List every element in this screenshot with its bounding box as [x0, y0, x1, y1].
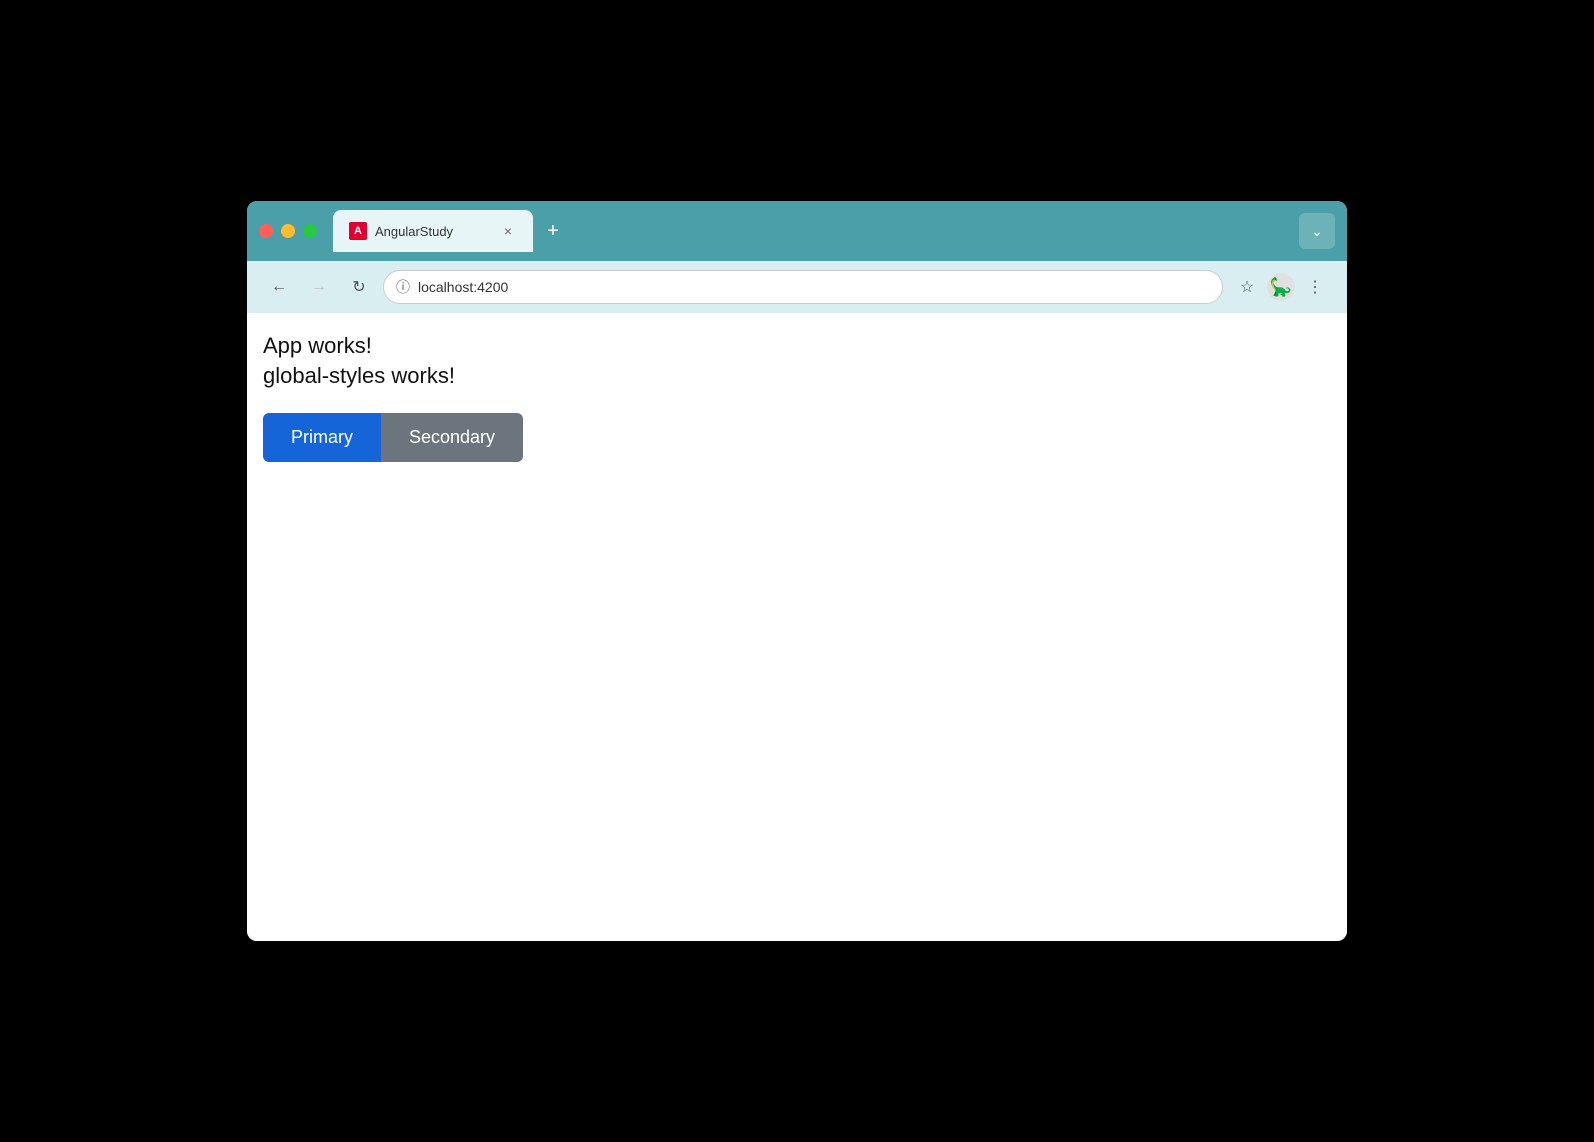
- tab-bar: A AngularStudy × + ⌄: [333, 210, 1335, 252]
- tab-favicon: A: [349, 222, 367, 240]
- active-tab[interactable]: A AngularStudy ×: [333, 210, 533, 252]
- back-button[interactable]: ←: [263, 271, 295, 303]
- button-group: Primary Secondary: [263, 413, 1331, 462]
- primary-button[interactable]: Primary: [263, 413, 381, 462]
- profile-icon[interactable]: 🦕: [1267, 273, 1295, 301]
- reload-button[interactable]: ↻: [343, 271, 375, 303]
- address-bar[interactable]: ⓘ localhost:4200: [383, 270, 1223, 304]
- tab-close-button[interactable]: ×: [499, 222, 517, 240]
- maximize-button[interactable]: [303, 224, 317, 238]
- address-text: localhost:4200: [418, 279, 1210, 295]
- tab-expand-button[interactable]: ⌄: [1299, 213, 1335, 249]
- app-works-text: App works!: [263, 333, 1331, 359]
- new-tab-button[interactable]: +: [537, 215, 569, 247]
- secondary-button[interactable]: Secondary: [381, 413, 523, 462]
- browser-window: A AngularStudy × + ⌄ ← → ↻: [247, 201, 1347, 941]
- title-bar: A AngularStudy × + ⌄: [247, 201, 1347, 261]
- nav-actions: ☆ 🦕 ⋮: [1231, 271, 1331, 303]
- close-button[interactable]: [259, 224, 273, 238]
- bookmark-button[interactable]: ☆: [1231, 271, 1263, 303]
- traffic-lights: [259, 224, 317, 238]
- global-styles-text: global-styles works!: [263, 363, 1331, 389]
- page-content: App works! global-styles works! Primary …: [247, 313, 1347, 941]
- forward-button[interactable]: →: [303, 271, 335, 303]
- address-info-icon: ⓘ: [396, 277, 410, 297]
- nav-bar: ← → ↻ ⓘ localhost:4200 ☆ 🦕 ⋮: [247, 261, 1347, 313]
- minimize-button[interactable]: [281, 224, 295, 238]
- menu-button[interactable]: ⋮: [1299, 271, 1331, 303]
- tab-title: AngularStudy: [375, 224, 491, 239]
